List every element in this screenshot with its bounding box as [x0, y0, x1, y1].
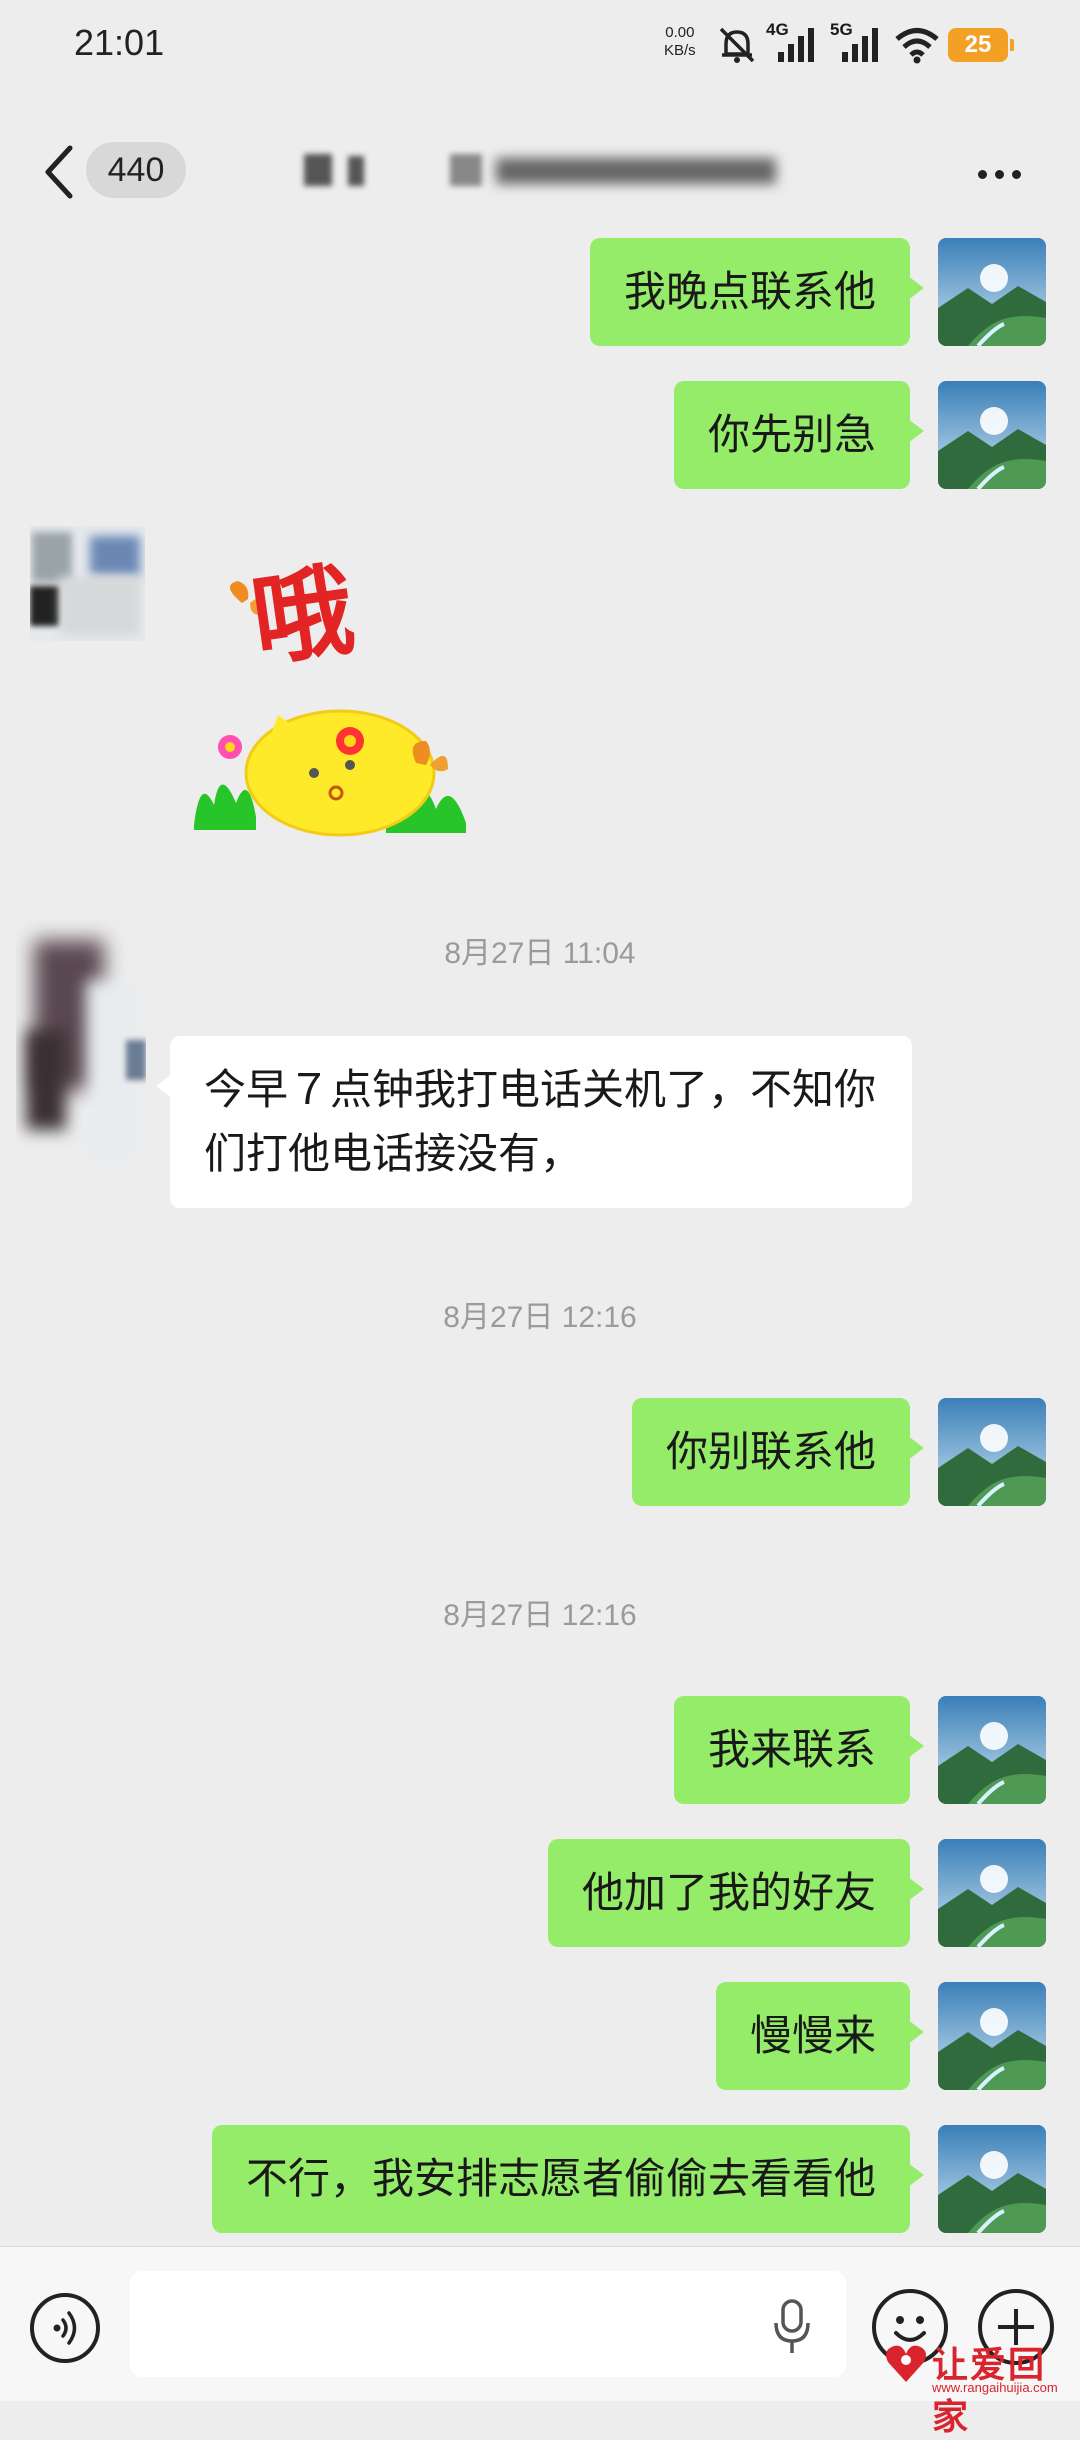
message-timestamp: 8月27日 11:04	[444, 937, 636, 970]
signal-4g-icon: 4G	[766, 20, 826, 66]
microphone-icon[interactable]	[772, 2297, 812, 2357]
message-bubble-outgoing[interactable]: 你先别急	[673, 381, 925, 489]
watermark: 让爱回家 www.rangaihuijia.com	[882, 2336, 1080, 2438]
message-bubble-outgoing[interactable]: 我来联系	[673, 1696, 925, 1804]
chat-title-obscured[interactable]	[300, 150, 780, 194]
my-avatar[interactable]	[938, 381, 1046, 489]
status-time: 21:01	[74, 22, 165, 63]
signal-5g-icon: 5G	[830, 20, 890, 66]
network-speed-value: 0.00	[665, 24, 695, 41]
mute-bell-icon	[719, 27, 755, 63]
my-avatar[interactable]	[938, 1696, 1046, 1804]
message-bubble-incoming[interactable]: 今早７点钟我打电话关机了，不知你们打他电话接没有，	[156, 1036, 912, 1208]
flower-icon	[336, 727, 364, 755]
voice-input-button[interactable]	[30, 2293, 100, 2363]
status-bar: 21:01 0.00 KB/s 4G 5G 25	[0, 0, 1080, 90]
my-avatar[interactable]	[938, 1982, 1046, 2090]
contact-avatar-obscured[interactable]	[16, 920, 146, 1180]
message-timestamp: 8月27日 12:16	[443, 1301, 637, 1334]
more-options-icon[interactable]	[978, 164, 1030, 179]
sticker-message[interactable]: 哦	[190, 551, 490, 845]
heart-logo-icon	[886, 2345, 926, 2382]
message-bubble-outgoing[interactable]: 我晚点联系他	[589, 238, 925, 346]
network-speed-unit: KB/s	[664, 42, 696, 59]
message-timestamp: 8月27日 12:16	[443, 1599, 637, 1632]
my-avatar[interactable]	[938, 238, 1046, 346]
message-bubble-outgoing[interactable]: 不行，我安排志愿者偷偷去看看他	[211, 2125, 925, 2233]
wifi-icon	[895, 28, 939, 64]
watermark-url: www.rangaihuijia.com	[932, 2380, 1058, 2395]
battery-indicator: 25	[948, 28, 1014, 62]
message-bubble-outgoing[interactable]: 他加了我的好友	[547, 1839, 925, 1947]
sticker-text: 哦	[245, 555, 360, 681]
message-bubble-outgoing[interactable]: 你别联系他	[631, 1398, 925, 1506]
network-speed: 0.00 KB/s	[664, 24, 696, 60]
my-avatar[interactable]	[938, 2125, 1046, 2233]
contact-avatar-obscured[interactable]	[30, 526, 145, 641]
message-bubble-outgoing[interactable]: 慢慢来	[715, 1982, 925, 2090]
back-arrow-icon[interactable]	[40, 142, 80, 202]
message-input[interactable]	[130, 2271, 846, 2377]
voice-wave-icon	[53, 2311, 77, 2345]
unread-count-badge[interactable]: 440	[86, 142, 186, 198]
my-avatar[interactable]	[938, 1398, 1046, 1506]
my-avatar[interactable]	[938, 1839, 1046, 1947]
chat-header: 440	[0, 110, 1080, 230]
